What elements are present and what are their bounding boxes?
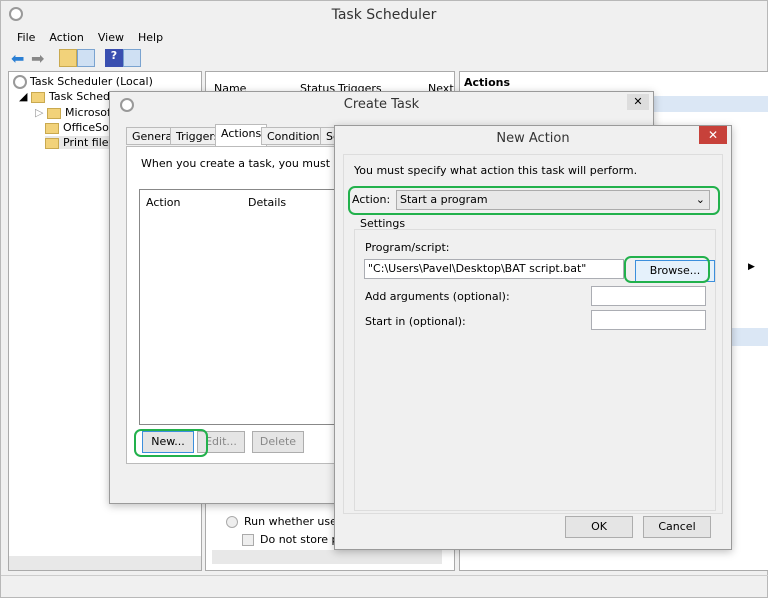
start-in-input[interactable] — [591, 310, 706, 330]
window-title: Task Scheduler — [331, 7, 437, 23]
actions-header: Actions — [464, 76, 510, 89]
tree-item-root[interactable]: Task Scheduler (Local) — [13, 75, 153, 89]
close-icon[interactable]: ✕ — [627, 94, 649, 110]
highlight-action-dropdown — [348, 186, 720, 215]
folder-up-icon[interactable] — [59, 49, 77, 67]
checkbox-label: Do not store password — [260, 533, 336, 546]
menu-help[interactable]: Help — [138, 31, 163, 44]
back-arrow-icon[interactable]: ⬅ — [11, 49, 29, 68]
forward-arrow-icon[interactable]: ➡ — [31, 49, 49, 68]
radio-run-whether[interactable] — [226, 516, 238, 528]
tree-item-print-files[interactable]: Print files — [45, 136, 115, 149]
dialog-title: Create Task — [343, 97, 420, 112]
delete-button[interactable]: Delete — [252, 431, 304, 453]
arguments-label: Add arguments (optional): — [365, 290, 510, 303]
dialog-title: New Action — [496, 131, 570, 146]
cancel-button[interactable]: Cancel — [643, 516, 711, 538]
tree-horizontal-scrollbar[interactable] — [9, 556, 201, 570]
status-bar — [1, 575, 768, 597]
column-details[interactable]: Details — [248, 196, 286, 209]
show-hide-tree-icon[interactable] — [77, 49, 95, 67]
column-action[interactable]: Action — [146, 196, 180, 209]
menu-view[interactable]: View — [98, 31, 124, 44]
radio-label: Run whether user is logged on or not — [244, 515, 334, 528]
tab-actions[interactable]: Actions — [215, 124, 268, 146]
menu-bar: File Action View Help — [17, 31, 177, 44]
start-in-label: Start in (optional): — [365, 315, 466, 328]
ok-button[interactable]: OK — [565, 516, 633, 538]
program-script-input[interactable]: "C:\Users\Pavel\Desktop\BAT script.bat" — [364, 259, 624, 279]
menu-action[interactable]: Action — [49, 31, 83, 44]
close-button[interactable]: ✕ — [699, 126, 727, 144]
intro-text: You must specify what action this task w… — [354, 164, 638, 177]
new-action-dialog: New Action ✕ You must specify what actio… — [334, 125, 732, 550]
highlight-new-button — [134, 429, 208, 457]
help-icon[interactable]: ? — [105, 49, 123, 67]
checkbox-do-not-store[interactable] — [242, 534, 254, 546]
highlight-browse-button — [624, 256, 710, 283]
arguments-input[interactable] — [591, 286, 706, 306]
show-hide-action-pane-icon[interactable] — [123, 49, 141, 67]
tree-item-microsoft[interactable]: ▷ Microsoft — [35, 106, 115, 119]
program-label: Program/script: — [365, 241, 450, 254]
menu-file[interactable]: File — [17, 31, 35, 44]
actions-intro: When you create a task, you must specify… — [141, 157, 337, 170]
submenu-arrow-icon[interactable]: ▶ — [748, 262, 755, 272]
list-horizontal-scrollbar[interactable] — [212, 550, 442, 564]
